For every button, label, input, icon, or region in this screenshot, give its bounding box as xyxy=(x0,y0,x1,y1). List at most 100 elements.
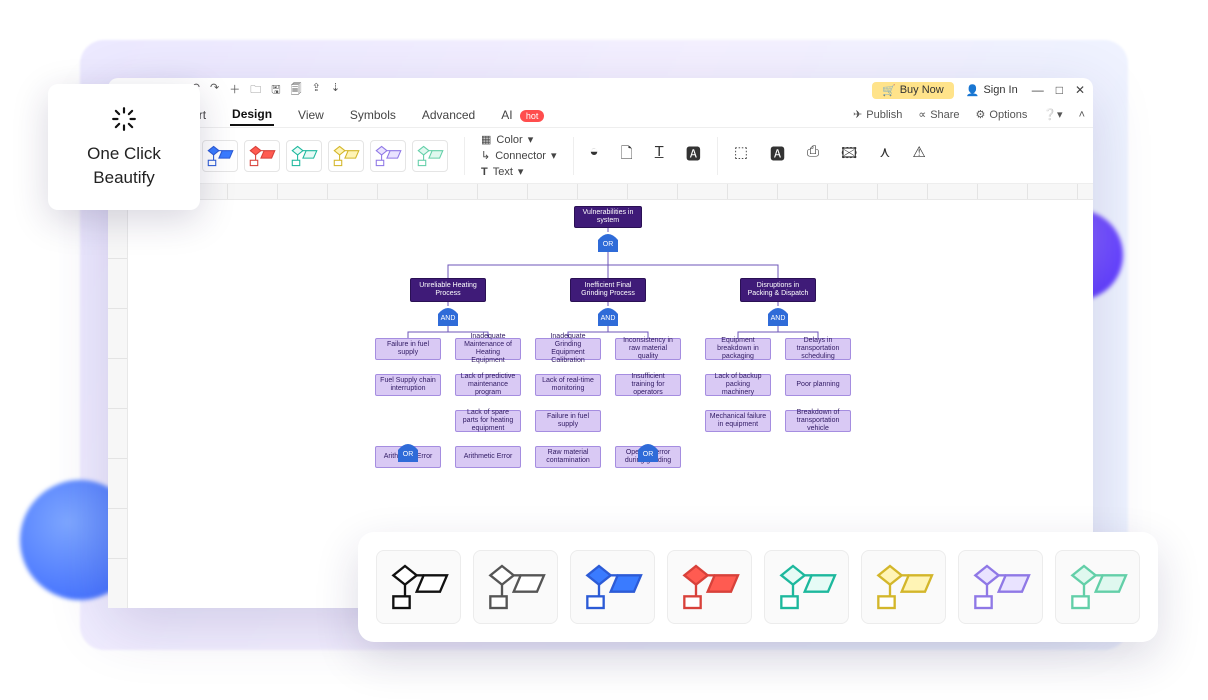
swatch-theme-red[interactable] xyxy=(667,550,752,624)
titlebar: re EdrawMax ↶ ↷ ＋ 🗀 🖫 🗐 ⇪ ⇣ 🛒 Buy Now 👤 … xyxy=(108,78,1093,102)
diagram-node[interactable]: Failure in fuel supply xyxy=(375,338,441,360)
gate-or[interactable]: OR xyxy=(396,442,420,462)
swatch-theme-lilac[interactable] xyxy=(958,550,1043,624)
buy-now-button[interactable]: 🛒 Buy Now xyxy=(872,82,954,99)
swatch-theme-blue[interactable] xyxy=(570,550,655,624)
text-dropdown[interactable]: TText▾ xyxy=(481,165,557,178)
diagram-node[interactable]: Inadequate Grinding Equipment Calibratio… xyxy=(535,338,601,360)
diagram-node[interactable]: Vulnerabilities in system xyxy=(574,206,642,228)
collapse-ribbon-button[interactable]: ˄ xyxy=(1079,108,1085,121)
minimize-button[interactable]: — xyxy=(1032,83,1044,97)
tab-design[interactable]: Design xyxy=(230,104,274,126)
diagram-node[interactable]: Disruptions in Packing & Dispatch xyxy=(740,278,816,302)
tab-ai-label: AI xyxy=(501,108,512,122)
gate-or[interactable]: OR xyxy=(596,232,620,252)
options-label: Options xyxy=(989,109,1027,121)
diagram-node[interactable]: Fuel Supply chain interruption xyxy=(375,374,441,396)
chevron-down-icon: ▾ xyxy=(551,149,557,162)
theme-red[interactable] xyxy=(244,140,280,172)
tool-icon-5[interactable]: ⬚ xyxy=(734,143,748,168)
connector-dropdown[interactable]: ↳ Connector ▾ xyxy=(481,149,557,162)
diagram-node[interactable]: Poor planning xyxy=(785,374,851,396)
ribbon-tools: ◒ 🗋 T̲ 🅰 xyxy=(590,143,701,168)
ribbon: ▦Color▾ ↳ Connector ▾ TText▾ ◒ 🗋 T̲ 🅰 ⬚ 🅰 … xyxy=(108,128,1093,184)
save-icon[interactable]: 🖫 xyxy=(271,81,280,100)
redo-icon[interactable]: ↷ xyxy=(210,81,219,100)
help-button[interactable]: ❔▾ xyxy=(1043,108,1062,121)
tool-icon-10[interactable]: ⚠ xyxy=(912,143,925,168)
options-button[interactable]: ⚙ Options xyxy=(976,108,1028,121)
gate-and[interactable]: AND xyxy=(596,306,620,326)
chevron-down-icon: ▾ xyxy=(528,133,534,146)
swatch-theme-outline[interactable] xyxy=(473,550,558,624)
sign-in-button[interactable]: 👤 Sign In xyxy=(966,84,1018,97)
sparkle-icon xyxy=(60,106,188,132)
diagram-node[interactable]: Failure in fuel supply xyxy=(535,410,601,432)
tool-icon-3[interactable]: T̲ xyxy=(655,143,664,168)
theme-blue[interactable] xyxy=(202,140,238,172)
user-icon: 👤 xyxy=(966,84,980,97)
theme-teal[interactable] xyxy=(286,140,322,172)
tab-advanced[interactable]: Advanced xyxy=(420,105,477,125)
ribbon-tools-2: ⬚ 🅰 ⎙ 🖾 ⋏ ⚠ xyxy=(734,143,926,168)
diagram-node[interactable]: Inefficient Final Grinding Process xyxy=(570,278,646,302)
save-as-icon[interactable]: 🗐 xyxy=(291,81,302,100)
swatch-theme-teal[interactable] xyxy=(764,550,849,624)
tool-icon-8[interactable]: 🖾 xyxy=(841,143,857,168)
text-label: Text xyxy=(493,166,513,178)
connector-icon: ↳ xyxy=(481,149,490,162)
share-label: Share xyxy=(930,109,959,121)
gate-and[interactable]: AND xyxy=(766,306,790,326)
tool-icon-6[interactable]: 🅰 xyxy=(770,143,785,168)
diagram-node[interactable]: Breakdown of transportation vehicle xyxy=(785,410,851,432)
tool-icon-1[interactable]: ◒ xyxy=(590,143,599,168)
theme-mint[interactable] xyxy=(412,140,448,172)
open-file-icon[interactable]: 🗀 xyxy=(250,81,261,100)
swatch-theme-yellow[interactable] xyxy=(861,550,946,624)
share-button[interactable]: ∝ Share xyxy=(918,108,959,121)
separator xyxy=(573,137,574,175)
tool-icon-7[interactable]: ⎙ xyxy=(807,143,819,168)
diagram-node[interactable]: Equipment breakdown in packaging xyxy=(705,338,771,360)
svg-text:AND: AND xyxy=(441,315,456,322)
diagram-node[interactable]: Insufficient training for operators xyxy=(615,374,681,396)
close-button[interactable]: ✕ xyxy=(1075,83,1085,97)
publish-label: Publish xyxy=(866,109,902,121)
export-icon[interactable]: ⇪ xyxy=(312,81,321,100)
gate-and[interactable]: AND xyxy=(436,306,460,326)
swatch-theme-bw[interactable] xyxy=(376,550,461,624)
diagram-node[interactable]: Delays in transportation scheduling xyxy=(785,338,851,360)
diagram-node[interactable]: Lack of backup packing machinery xyxy=(705,374,771,396)
theme-lilac[interactable] xyxy=(370,140,406,172)
maximize-button[interactable]: □ xyxy=(1056,83,1063,97)
connector-label: Connector xyxy=(495,150,546,162)
qat-more-icon[interactable]: ⇣ xyxy=(331,81,340,100)
publish-button[interactable]: ✈ Publish xyxy=(853,108,902,121)
ruler-vertical xyxy=(108,200,128,608)
diagram-node[interactable]: Lack of spare parts for heating equipmen… xyxy=(455,410,521,432)
color-dropdown[interactable]: ▦Color▾ xyxy=(481,133,557,146)
tab-view[interactable]: View xyxy=(296,105,326,125)
diagram-node[interactable]: Lack of real-time monitoring xyxy=(535,374,601,396)
tool-icon-4[interactable]: 🅰 xyxy=(686,143,701,168)
tool-icon-9[interactable]: ⋏ xyxy=(879,143,890,168)
diagram-node[interactable]: Lack of predictive maintenance program xyxy=(455,374,521,396)
style-strip xyxy=(358,532,1158,642)
theme-yellow[interactable] xyxy=(328,140,364,172)
diagram-node[interactable]: Unreliable Heating Process xyxy=(410,278,486,302)
diagram-node[interactable]: Arithmetic Error xyxy=(455,446,521,468)
tab-ai[interactable]: AI hot xyxy=(499,105,546,125)
diagram-node[interactable]: Mechanical failure in equipment xyxy=(705,410,771,432)
svg-text:AND: AND xyxy=(601,315,616,322)
tool-icon-2[interactable]: 🗋 xyxy=(621,143,633,168)
gate-or[interactable]: OR xyxy=(636,442,660,462)
swatch-theme-mint[interactable] xyxy=(1055,550,1140,624)
new-file-icon[interactable]: ＋ xyxy=(229,81,240,100)
callout-card: One Click Beautify xyxy=(48,84,200,210)
diagram-node[interactable]: Raw material contamination xyxy=(535,446,601,468)
tab-symbols[interactable]: Symbols xyxy=(348,105,398,125)
diagram-node[interactable]: Inadequate Maintenance of Heating Equipm… xyxy=(455,338,521,360)
svg-text:OR: OR xyxy=(603,241,614,248)
diagram-node[interactable]: Inconsistency in raw material quality xyxy=(615,338,681,360)
separator xyxy=(717,137,718,175)
